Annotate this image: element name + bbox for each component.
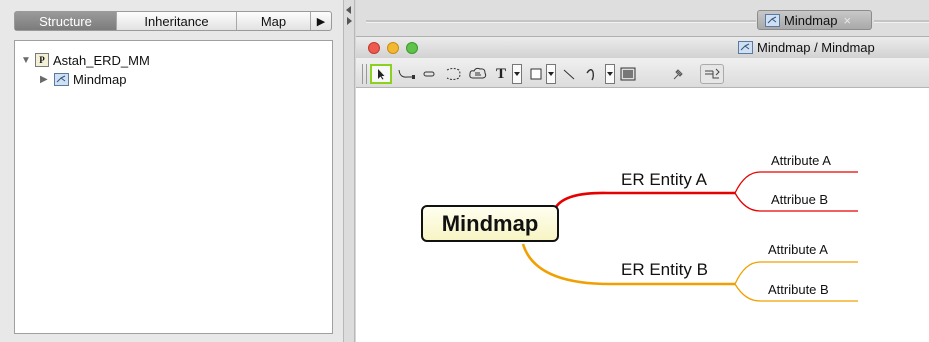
central-topic[interactable]: Mindmap — [421, 205, 559, 242]
central-topic-label: Mindmap — [441, 210, 539, 236]
subtopic-attribute-b[interactable]: Attribute B — [768, 282, 829, 297]
branch-line-attr-b1 — [734, 261, 858, 285]
topic-er-entity-a[interactable]: ER Entity A — [621, 170, 707, 190]
topic-er-entity-b[interactable]: ER Entity B — [621, 260, 708, 280]
subtopic-attribute-a[interactable]: Attribute A — [771, 153, 831, 168]
subtopic-attribue-b[interactable]: Attribue B — [771, 192, 828, 207]
branch-line-topic-a — [554, 191, 735, 208]
subtopic-attribute-a[interactable]: Attribute A — [768, 242, 828, 257]
branch-line-attr-a1 — [734, 171, 858, 194]
